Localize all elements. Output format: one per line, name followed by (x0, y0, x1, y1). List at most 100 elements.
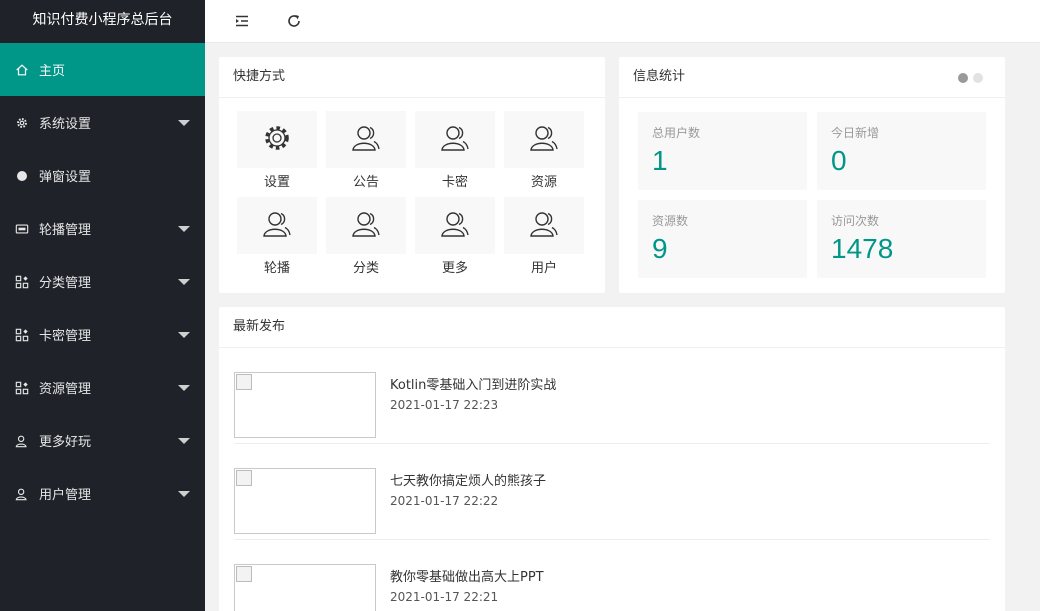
post-title[interactable]: 教你零基础做出高大上PPT (390, 566, 544, 585)
post-thumbnail[interactable] (234, 372, 376, 438)
users-icon (439, 122, 471, 158)
stat-visits: 访问次数 1478 (817, 200, 986, 278)
post-title[interactable]: 七天教你搞定烦人的熊孩子 (390, 470, 546, 489)
stats-title: 信息统计 (619, 57, 1005, 98)
post-title[interactable]: Kotlin零基础入门到进阶实战 (390, 374, 556, 393)
sidebar-item-label: 分类管理 (39, 276, 92, 291)
shortcut-label: 公告 (352, 175, 379, 190)
stats-card: 信息统计 总用户数 1 今日新增 0 资源数 9 访问次数 1478 (619, 57, 1005, 293)
shortcut-label: 设置 (263, 175, 290, 190)
post-time: 2021-01-17 22:22 (390, 494, 499, 508)
carousel-dot[interactable] (973, 73, 983, 83)
shortcut-label: 更多 (441, 261, 468, 276)
sidebar-item-label: 轮播管理 (39, 223, 92, 238)
users-icon (350, 208, 382, 244)
sidebar: 知识付费小程序总后台 主页 系统设置 弹窗设置 轮播管理 分类管理 卡密管理 资… (0, 0, 205, 611)
stat-value: 1478 (831, 233, 894, 264)
shortcut-announcement[interactable]: 公告 (326, 111, 406, 193)
shortcut-settings[interactable]: 设置 (237, 111, 317, 193)
post-time: 2021-01-17 22:23 (390, 398, 499, 412)
sidebar-item-label: 更多好玩 (39, 435, 92, 450)
image-icon (15, 222, 29, 236)
shortcut-label: 轮播 (263, 261, 290, 276)
chevron-down-icon (178, 226, 190, 232)
shortcut-card-key[interactable]: 卡密 (415, 111, 495, 193)
chevron-down-icon (178, 120, 190, 126)
shortcut-label: 用户 (530, 261, 557, 276)
shortcut-more[interactable]: 更多 (415, 197, 495, 279)
carousel-dot[interactable] (958, 73, 968, 83)
chevron-down-icon (178, 385, 190, 391)
shortcut-label: 卡密 (441, 175, 468, 190)
stat-label: 总用户数 (652, 126, 701, 140)
stat-label: 今日新增 (831, 126, 880, 140)
sidebar-item-system-settings[interactable]: 系统设置 (0, 96, 205, 149)
shortcut-category[interactable]: 分类 (326, 197, 406, 279)
sidebar-item-more-fun[interactable]: 更多好玩 (0, 414, 205, 467)
shortcuts-title: 快捷方式 (219, 57, 605, 98)
sidebar-item-label: 卡密管理 (39, 329, 92, 344)
chevron-down-icon (178, 332, 190, 338)
latest-posts-card: 最新发布 Kotlin零基础入门到进阶实战 2021-01-17 22:23 七… (219, 307, 1005, 611)
users-icon (528, 122, 560, 158)
user-icon (15, 487, 29, 501)
list-item[interactable]: 教你零基础做出高大上PPT 2021-01-17 22:21 (234, 540, 990, 611)
apps-icon (15, 381, 29, 395)
broken-image-icon (236, 470, 252, 486)
shortcut-users[interactable]: 用户 (504, 197, 584, 279)
apps-icon (15, 275, 29, 289)
menu-indent-icon[interactable] (232, 11, 252, 31)
post-thumbnail[interactable] (234, 468, 376, 534)
chevron-down-icon (178, 438, 190, 444)
sidebar-item-home[interactable]: 主页 (0, 43, 205, 96)
shortcut-label: 资源 (530, 175, 557, 190)
chevron-down-icon (178, 279, 190, 285)
stat-label: 访问次数 (831, 214, 880, 228)
broken-image-icon (236, 374, 252, 390)
stat-value: 1 (652, 145, 668, 176)
latest-posts-title: 最新发布 (219, 307, 1005, 348)
sidebar-item-label: 用户管理 (39, 488, 92, 503)
carousel-indicator[interactable] (958, 73, 983, 83)
post-thumbnail[interactable] (234, 564, 376, 611)
sidebar-item-card-key[interactable]: 卡密管理 (0, 308, 205, 361)
list-item[interactable]: Kotlin零基础入门到进阶实战 2021-01-17 22:23 (234, 348, 990, 444)
sidebar-item-popup-settings[interactable]: 弹窗设置 (0, 149, 205, 202)
stat-value: 9 (652, 233, 668, 264)
users-icon (528, 208, 560, 244)
sidebar-item-label: 主页 (39, 64, 66, 79)
users-icon (261, 208, 293, 244)
apps-icon (15, 328, 29, 342)
stats-grid: 总用户数 1 今日新增 0 资源数 9 访问次数 1478 (638, 112, 986, 278)
post-time: 2021-01-17 22:21 (390, 590, 499, 604)
top-header (205, 0, 1040, 43)
shortcut-label: 分类 (352, 261, 379, 276)
refresh-icon[interactable] (284, 11, 304, 31)
users-icon (350, 122, 382, 158)
sidebar-item-users[interactable]: 用户管理 (0, 467, 205, 520)
stat-value: 0 (831, 145, 847, 176)
app-title: 知识付费小程序总后台 (0, 0, 205, 43)
stat-new-today: 今日新增 0 (817, 112, 986, 190)
sidebar-item-resources[interactable]: 资源管理 (0, 361, 205, 414)
sidebar-item-label: 系统设置 (39, 117, 92, 132)
broken-image-icon (236, 566, 252, 582)
list-item[interactable]: 七天教你搞定烦人的熊孩子 2021-01-17 22:22 (234, 444, 990, 540)
gear-icon (15, 116, 29, 130)
shortcut-carousel[interactable]: 轮播 (237, 197, 317, 279)
users-icon (439, 208, 471, 244)
shortcut-resources[interactable]: 资源 (504, 111, 584, 193)
gear-icon (261, 122, 293, 158)
stat-resources: 资源数 9 (638, 200, 807, 278)
dot-icon (15, 169, 29, 183)
chevron-down-icon (178, 491, 190, 497)
home-icon (15, 63, 29, 77)
sidebar-item-label: 资源管理 (39, 382, 92, 397)
shortcuts-grid: 设置 公告 卡密 资源 轮播 分类 更多 用户 (237, 111, 587, 279)
sidebar-item-carousel[interactable]: 轮播管理 (0, 202, 205, 255)
sidebar-item-category[interactable]: 分类管理 (0, 255, 205, 308)
sidebar-item-label: 弹窗设置 (39, 170, 92, 185)
stat-label: 资源数 (652, 214, 689, 228)
user-icon (15, 434, 29, 448)
shortcuts-card: 快捷方式 设置 公告 卡密 资源 轮播 分类 更多 用户 (219, 57, 605, 293)
